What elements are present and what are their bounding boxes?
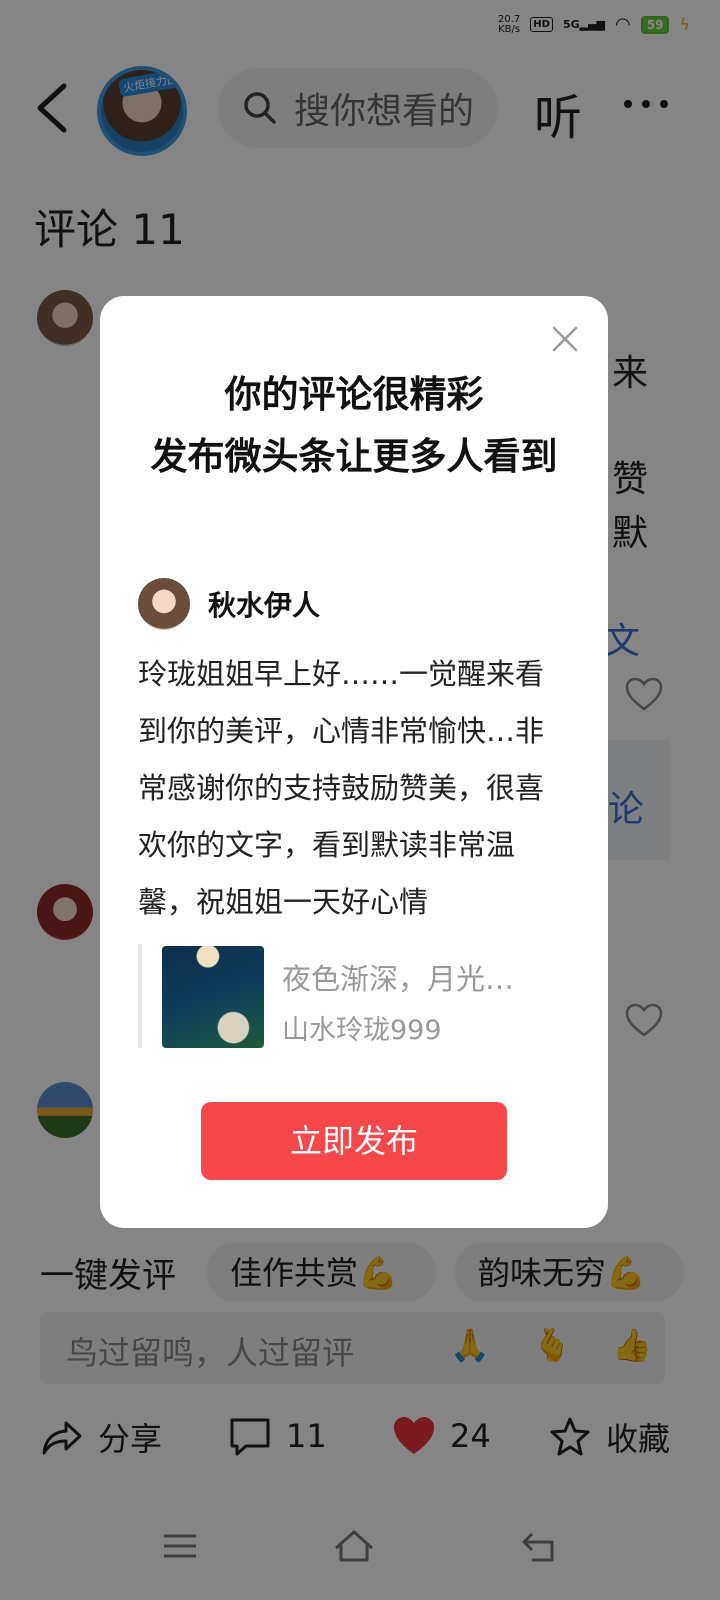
publish-button[interactable]: 立即发布 [201, 1102, 507, 1180]
author-avatar [138, 578, 190, 630]
dialog-title: 你的评论很精彩 发布微头条让更多人看到 [150, 373, 558, 478]
article-thumbnail [162, 946, 264, 1048]
close-button[interactable] [550, 324, 580, 354]
comment-author: 秋水伊人 [138, 578, 320, 630]
close-icon [552, 326, 578, 352]
author-name: 秋水伊人 [208, 589, 321, 622]
publish-dialog: 你的评论很精彩 发布微头条让更多人看到 秋水伊人 玲珑姐姐早上好……一觉醒来看到… [100, 296, 608, 1228]
comment-body: 玲珑姐姐早上好……一觉醒来看到你的美评，心情非常愉快…非常感谢你的支持鼓励赞美，… [138, 657, 545, 919]
quoted-article: 夜色渐深，月光… 山水玲珑999 [138, 944, 570, 1048]
article-title: 夜色渐深，月光… [282, 962, 515, 996]
article-author: 山水玲珑999 [282, 1015, 442, 1046]
